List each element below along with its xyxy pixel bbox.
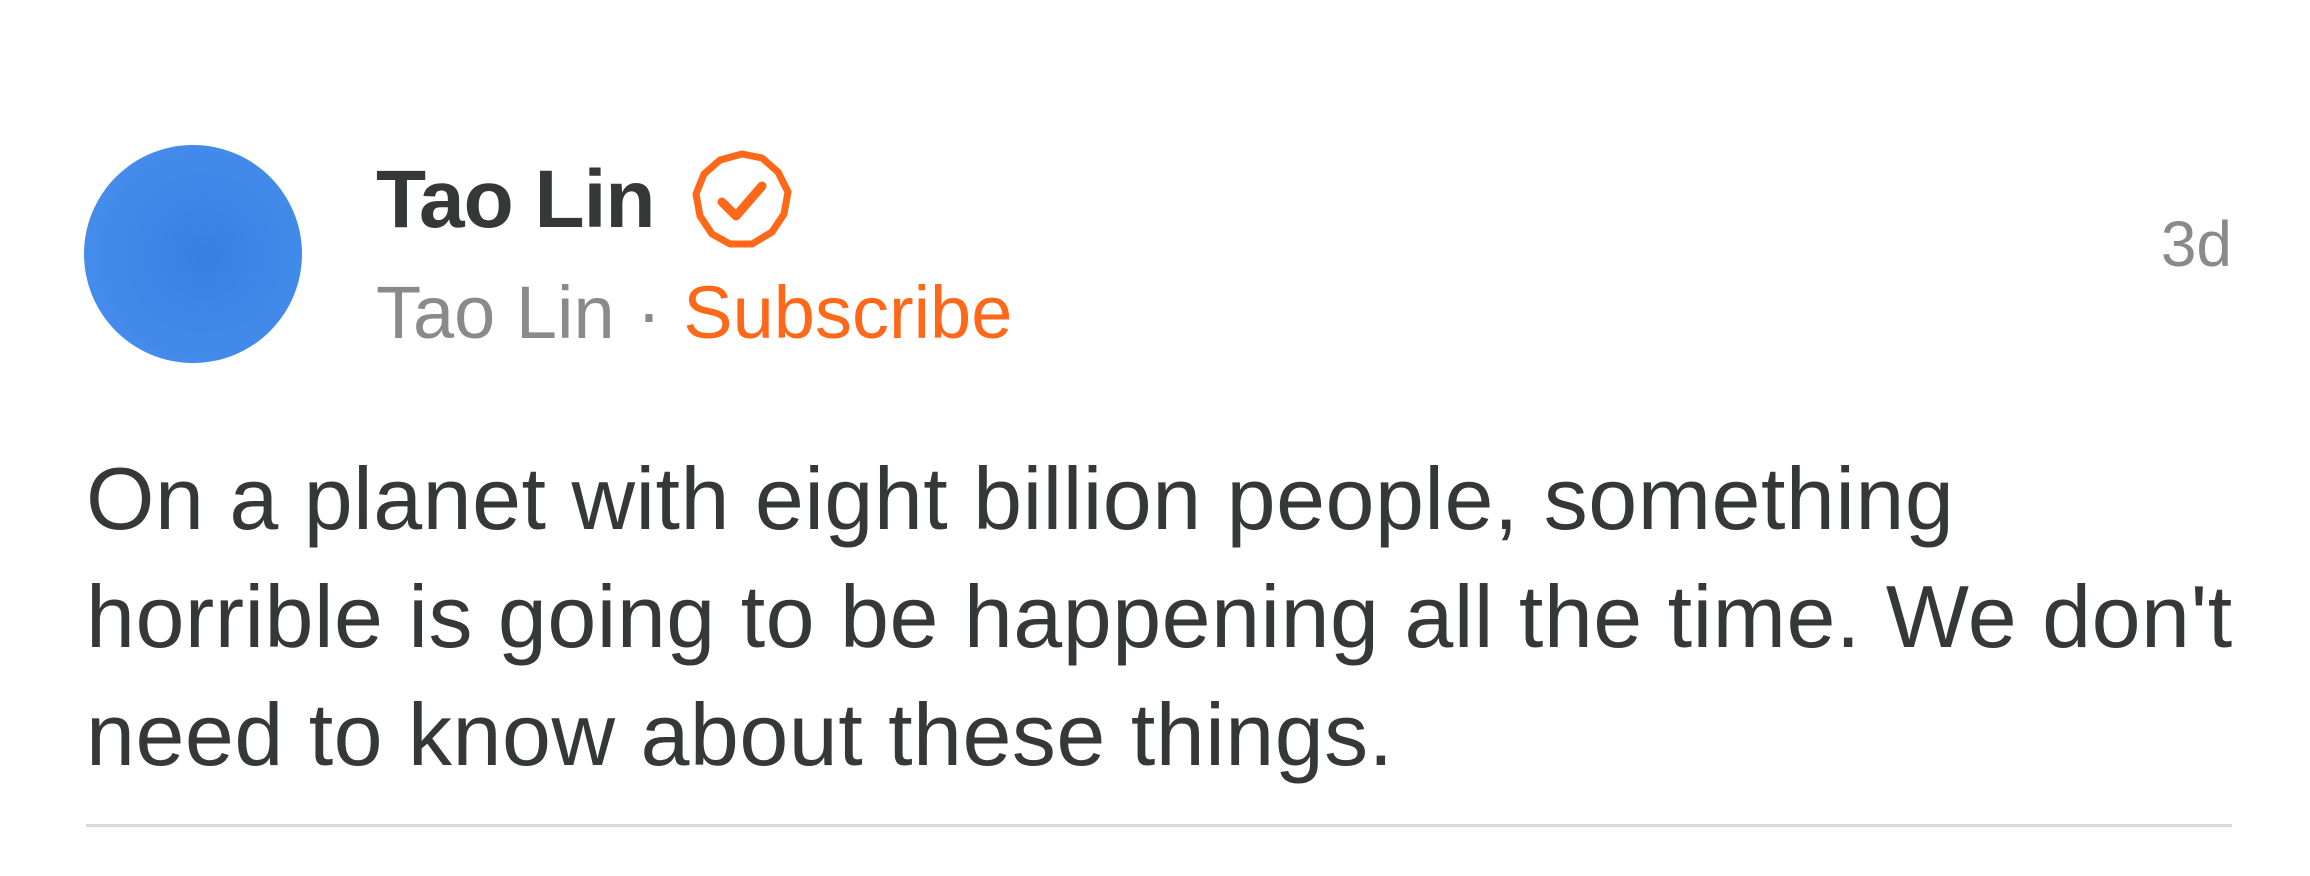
author-header[interactable]: Tao Lin	[376, 150, 792, 250]
verified-badge-icon	[692, 150, 792, 250]
post-card: Tao Lin Tao Lin · Subscribe 3d On a plan…	[0, 0, 2310, 876]
publication-name[interactable]: Tao Lin	[376, 276, 615, 350]
meta-separator: ·	[636, 271, 662, 354]
post-body: On a planet with eight billion people, s…	[86, 449, 2233, 784]
post-meta: Tao Lin · Subscribe	[376, 268, 1012, 358]
post-timestamp: 3d	[2160, 208, 2232, 280]
subscribe-button[interactable]: Subscribe	[683, 276, 1012, 350]
avatar[interactable]	[84, 145, 302, 363]
divider	[86, 824, 2232, 827]
author-name[interactable]: Tao Lin	[376, 159, 655, 241]
